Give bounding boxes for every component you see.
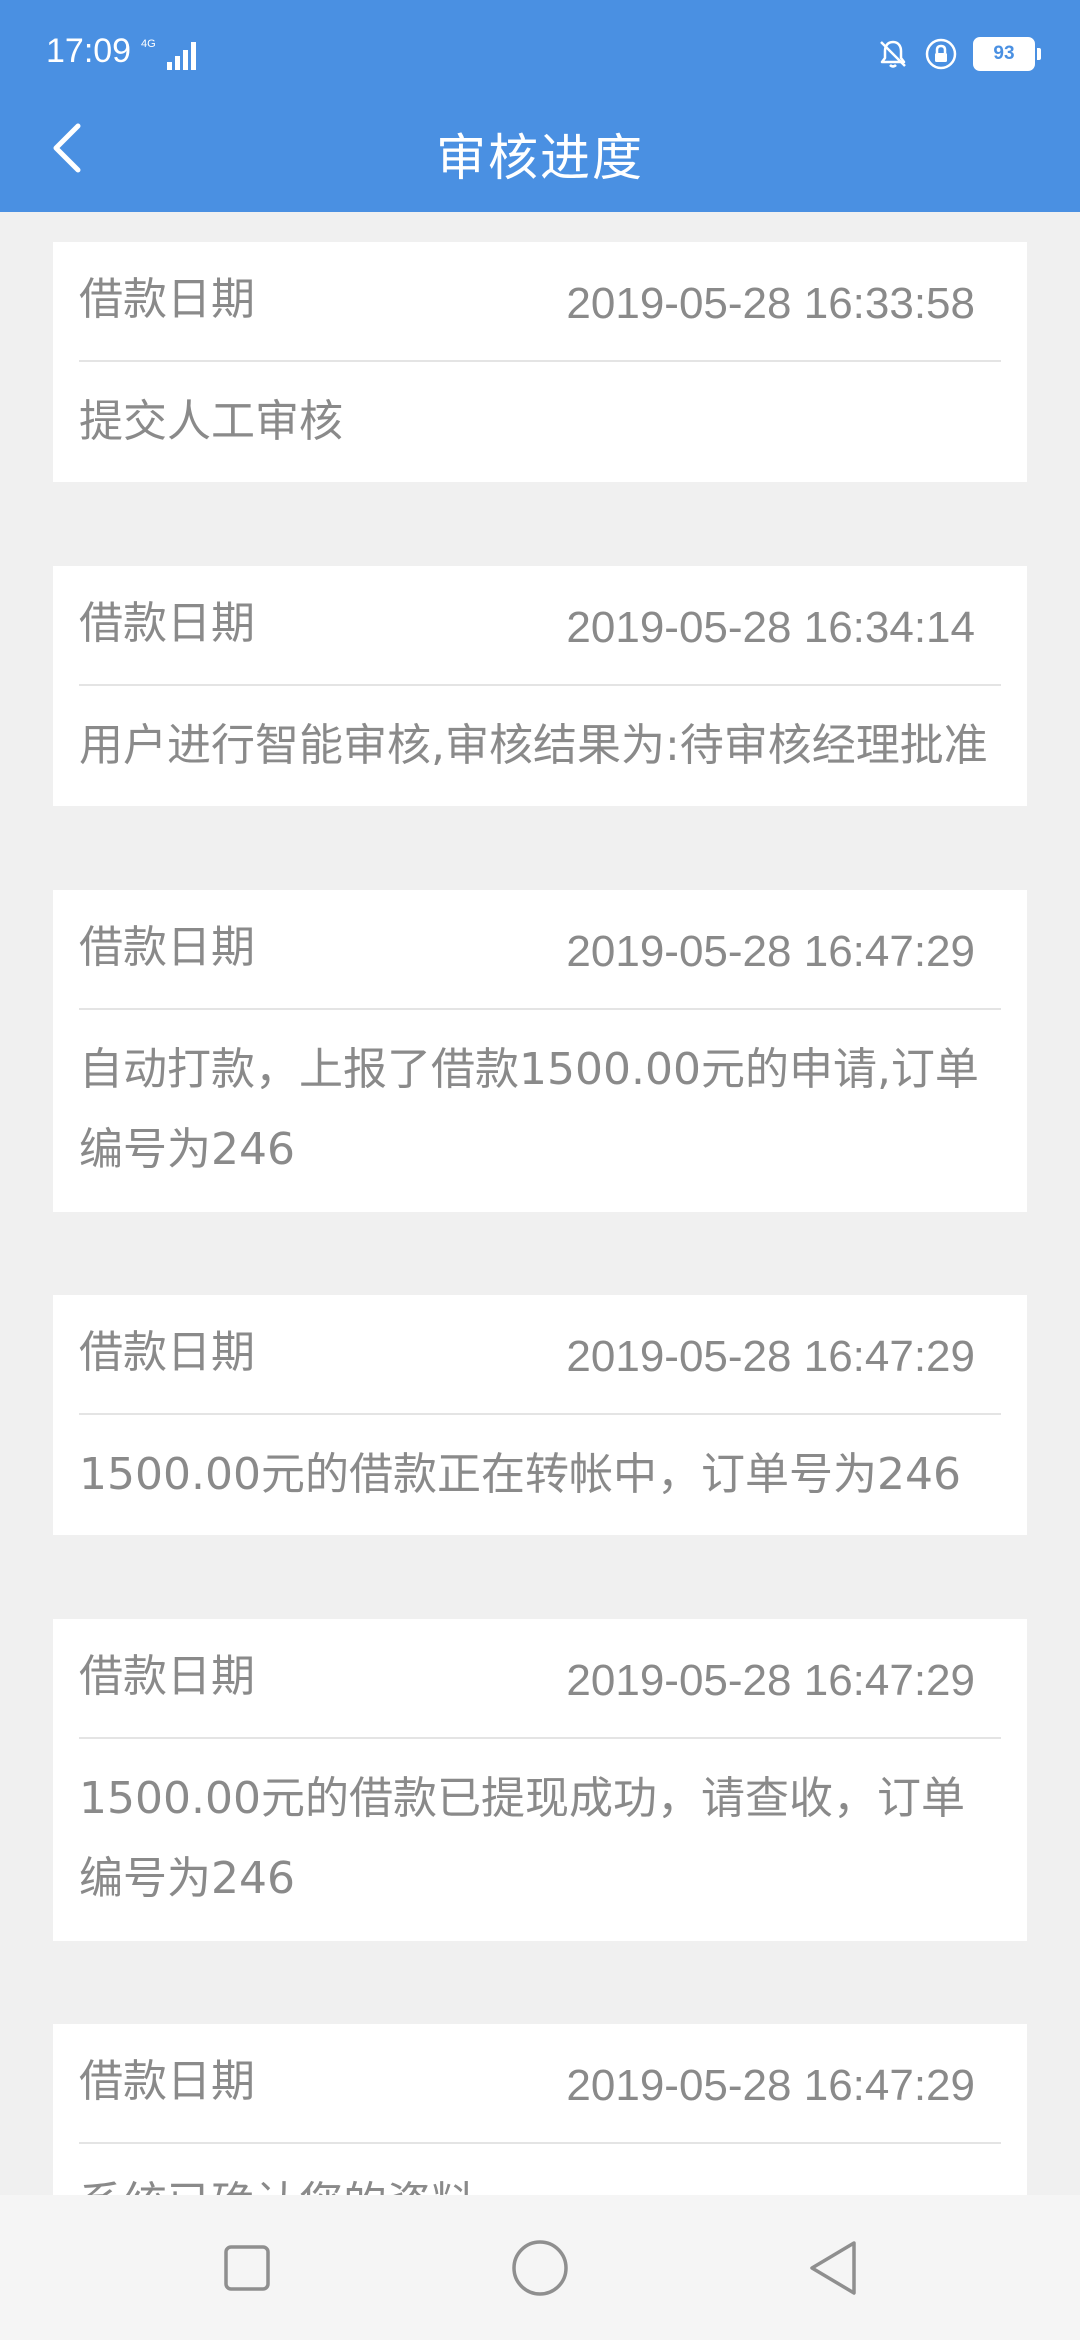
record-description: 1500.00元的借款已提现成功，请查收，订单编号为246 [79, 1773, 965, 1904]
record-date: 2019-05-28 16:34:14 [566, 603, 975, 652]
record-label: 借款日期 [79, 1651, 255, 1702]
record-description: 1500.00元的借款正在转帐中，订单号为246 [79, 1449, 961, 1500]
record-label: 借款日期 [79, 598, 255, 649]
record-description: 提交人工审核 [79, 396, 343, 447]
progress-record: 借款日期 2019-05-28 16:47:29 1500.00元的借款已提现成… [53, 1619, 1027, 1941]
record-label: 借款日期 [79, 2056, 255, 2107]
record-label: 借款日期 [79, 1327, 255, 1378]
network-type-label: 4G [141, 38, 156, 50]
progress-record: 借款日期 2019-05-28 16:33:58 提交人工审核 [53, 242, 1027, 482]
square-icon [224, 2245, 270, 2291]
status-indicators: 93 [877, 34, 1041, 74]
triangle-left-icon [810, 2241, 856, 2295]
circle-icon [512, 2240, 568, 2296]
record-description: 系统已确认您的资料 [79, 2164, 1001, 2195]
record-description: 用户进行智能审核,审核结果为:待审核经理批准 [79, 720, 988, 771]
navigation-bar: 审核进度 [0, 100, 1080, 212]
battery-indicator: 93 [973, 37, 1041, 71]
record-date: 2019-05-28 16:47:29 [566, 927, 975, 976]
record-description: 自动打款，上报了借款1500.00元的申请,订单编号为246 [79, 1044, 979, 1175]
record-label: 借款日期 [79, 274, 255, 325]
review-progress-list[interactable]: 借款日期 2019-05-28 16:33:58 提交人工审核 借款日期 201… [0, 212, 1080, 2195]
home-button[interactable] [480, 2195, 600, 2340]
page-title: 审核进度 [436, 129, 644, 187]
record-date: 2019-05-28 16:47:29 [566, 1656, 975, 1705]
progress-record: 借款日期 2019-05-28 16:47:29 系统已确认您的资料 [53, 2024, 1027, 2195]
record-header: 借款日期 2019-05-28 16:34:14 [79, 566, 1001, 686]
record-header: 借款日期 2019-05-28 16:47:29 [79, 1619, 1001, 1739]
signal-icon: 4G [141, 38, 196, 70]
app-header: 17:09 4G 93 审核进度 [0, 0, 1080, 212]
back-nav-button[interactable] [774, 2195, 894, 2340]
progress-record: 借款日期 2019-05-28 16:47:29 自动打款，上报了借款1500.… [53, 890, 1027, 1212]
status-bar: 17:09 4G 93 [0, 0, 1080, 100]
record-header: 借款日期 2019-05-28 16:47:29 [79, 1295, 1001, 1415]
progress-record: 借款日期 2019-05-28 16:47:29 1500.00元的借款正在转帐… [53, 1295, 1027, 1535]
lock-icon [925, 38, 957, 70]
system-navigation-bar [0, 2195, 1080, 2340]
record-date: 2019-05-28 16:33:58 [566, 279, 975, 328]
record-header: 借款日期 2019-05-28 16:47:29 [79, 2024, 1001, 2144]
bell-icon [880, 40, 906, 68]
record-header: 借款日期 2019-05-28 16:47:29 [79, 890, 1001, 1010]
record-header: 借款日期 2019-05-28 16:33:58 [79, 242, 1001, 362]
recent-apps-button[interactable] [186, 2195, 306, 2340]
progress-record: 借款日期 2019-05-28 16:34:14 用户进行智能审核,审核结果为:… [53, 566, 1027, 806]
record-date: 2019-05-28 16:47:29 [566, 1332, 975, 1381]
status-time: 17:09 [46, 32, 132, 70]
record-label: 借款日期 [79, 922, 255, 973]
record-date: 2019-05-28 16:47:29 [566, 2061, 975, 2110]
